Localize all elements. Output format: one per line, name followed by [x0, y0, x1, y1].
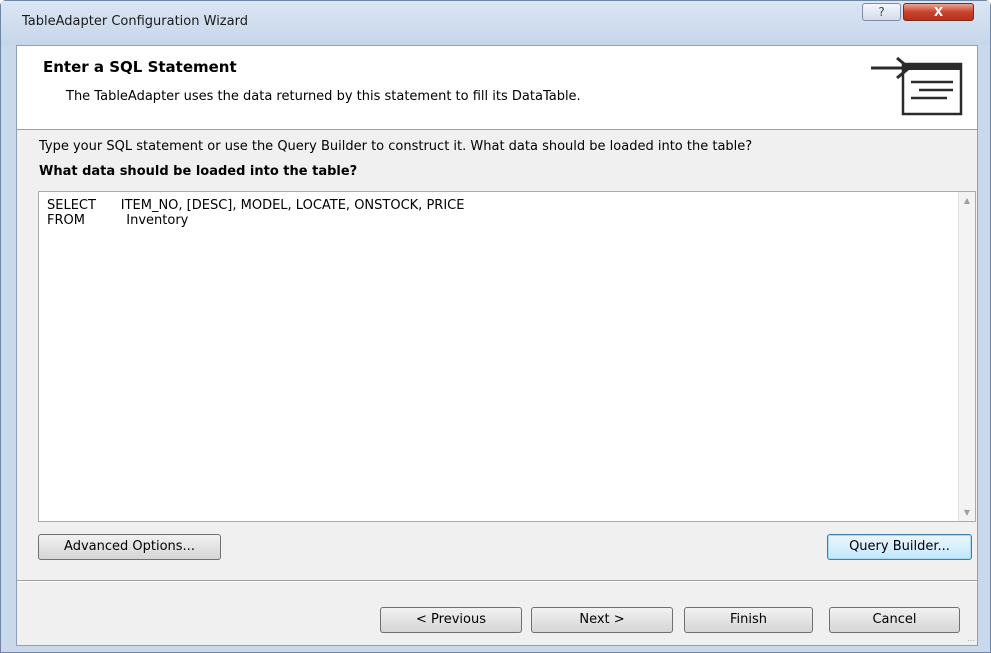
- title-bar: TableAdapter Configuration Wizard ? X: [1, 1, 990, 45]
- query-prompt-label: What data should be loaded into the tabl…: [39, 164, 358, 179]
- sql-statement-textarea[interactable]: SELECT ITEM_NO, [DESC], MODEL, LOCATE, O…: [38, 191, 976, 522]
- footer-separator: [17, 580, 977, 582]
- query-builder-button[interactable]: Query Builder...: [827, 534, 972, 560]
- previous-button[interactable]: < Previous: [380, 607, 522, 633]
- sql-text: SELECT ITEM_NO, [DESC], MODEL, LOCATE, O…: [47, 198, 464, 228]
- wizard-window: TableAdapter Configuration Wizard ? X En…: [0, 0, 991, 653]
- scroll-up-arrow-icon[interactable]: ▲: [959, 192, 975, 209]
- help-button[interactable]: ?: [862, 3, 901, 21]
- instruction-text: Type your SQL statement or use the Query…: [39, 139, 753, 154]
- page-title: Enter a SQL Statement: [43, 58, 237, 76]
- sql-line: SELECT ITEM_NO, [DESC], MODEL, LOCATE, O…: [47, 198, 465, 213]
- sql-statement-icon: [871, 56, 963, 116]
- cancel-button[interactable]: Cancel: [829, 607, 960, 633]
- sql-line: FROM Inventory: [47, 213, 189, 228]
- scroll-down-arrow-icon[interactable]: ▼: [959, 504, 975, 521]
- help-icon: ?: [878, 5, 885, 19]
- next-button[interactable]: Next >: [531, 607, 673, 633]
- close-button[interactable]: X: [903, 3, 974, 21]
- resize-grip-icon[interactable]: ⋯: [967, 636, 975, 645]
- wizard-body: Enter a SQL Statement The TableAdapter u…: [16, 45, 978, 646]
- close-icon: X: [933, 5, 944, 19]
- window-title: TableAdapter Configuration Wizard: [22, 14, 248, 29]
- finish-button[interactable]: Finish: [684, 607, 813, 633]
- page-subtitle: The TableAdapter uses the data returned …: [66, 89, 581, 104]
- vertical-scrollbar[interactable]: ▲ ▼: [958, 192, 975, 521]
- advanced-options-button[interactable]: Advanced Options...: [38, 534, 221, 560]
- wizard-header: Enter a SQL Statement The TableAdapter u…: [17, 46, 977, 130]
